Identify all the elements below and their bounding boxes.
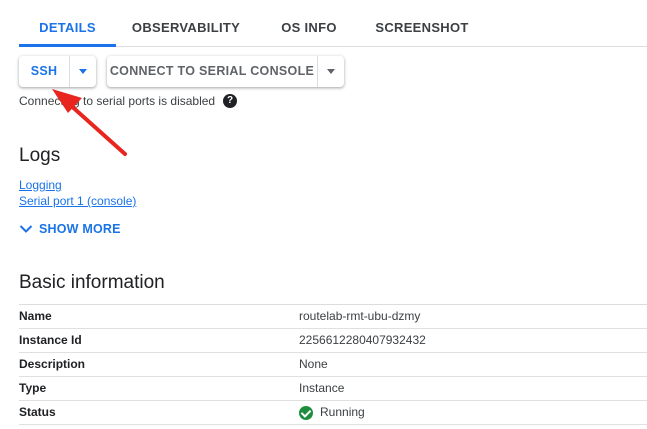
basic-info-table: Name routelab-rmt-ubu-dzmy Instance Id 2… (19, 304, 647, 425)
status-value: Running (299, 401, 365, 424)
row-key: Description (19, 357, 86, 371)
serial-disabled-text: Connecting to serial ports is disabled (19, 94, 216, 108)
status-text: Running (320, 405, 365, 419)
row-value: routelab-rmt-ubu-dzmy (299, 309, 421, 323)
ssh-split-button: SSH (19, 56, 96, 87)
show-more-label: SHOW MORE (39, 222, 121, 236)
tab-os-info[interactable]: OS INFO (269, 0, 349, 47)
table-row: Name routelab-rmt-ubu-dzmy (19, 305, 647, 329)
serial-console-dropdown-button[interactable] (317, 56, 344, 87)
row-key: Name (19, 309, 52, 323)
show-more-button[interactable]: SHOW MORE (19, 221, 121, 237)
logging-link[interactable]: Logging (19, 178, 62, 192)
tab-details[interactable]: DETAILS (19, 0, 116, 47)
connect-serial-console-button[interactable]: CONNECT TO SERIAL CONSOLE (107, 56, 317, 87)
tab-bar: DETAILS OBSERVABILITY OS INFO SCREENSHOT (19, 0, 647, 47)
row-key: Status (19, 405, 56, 419)
chevron-down-icon (19, 225, 33, 233)
basic-info-heading: Basic information (19, 272, 165, 293)
table-row: Instance Id 2256612280407932432 (19, 329, 647, 353)
caret-down-icon (327, 69, 335, 74)
row-value: Instance (299, 381, 345, 395)
row-value: None (299, 357, 328, 371)
serial-disabled-notice: Connecting to serial ports is disabled ? (19, 94, 238, 108)
serial-port-1-link[interactable]: Serial port 1 (console) (19, 194, 136, 208)
ssh-dropdown-button[interactable] (69, 56, 96, 87)
ssh-button[interactable]: SSH (19, 56, 69, 87)
serial-console-split-button: CONNECT TO SERIAL CONSOLE (107, 56, 344, 87)
tab-screenshot[interactable]: SCREENSHOT (371, 0, 473, 47)
active-tab-indicator (19, 44, 116, 47)
row-value: 2256612280407932432 (299, 333, 426, 347)
row-key: Instance Id (19, 333, 82, 347)
table-row: Type Instance (19, 377, 647, 401)
help-icon[interactable]: ? (223, 94, 238, 108)
row-key: Type (19, 381, 47, 395)
tab-observability[interactable]: OBSERVABILITY (129, 0, 243, 47)
check-circle-icon (299, 405, 313, 420)
table-row: Description None (19, 353, 647, 377)
logs-heading: Logs (19, 145, 61, 166)
caret-down-icon (79, 69, 87, 74)
table-row: Status Running (19, 401, 647, 425)
